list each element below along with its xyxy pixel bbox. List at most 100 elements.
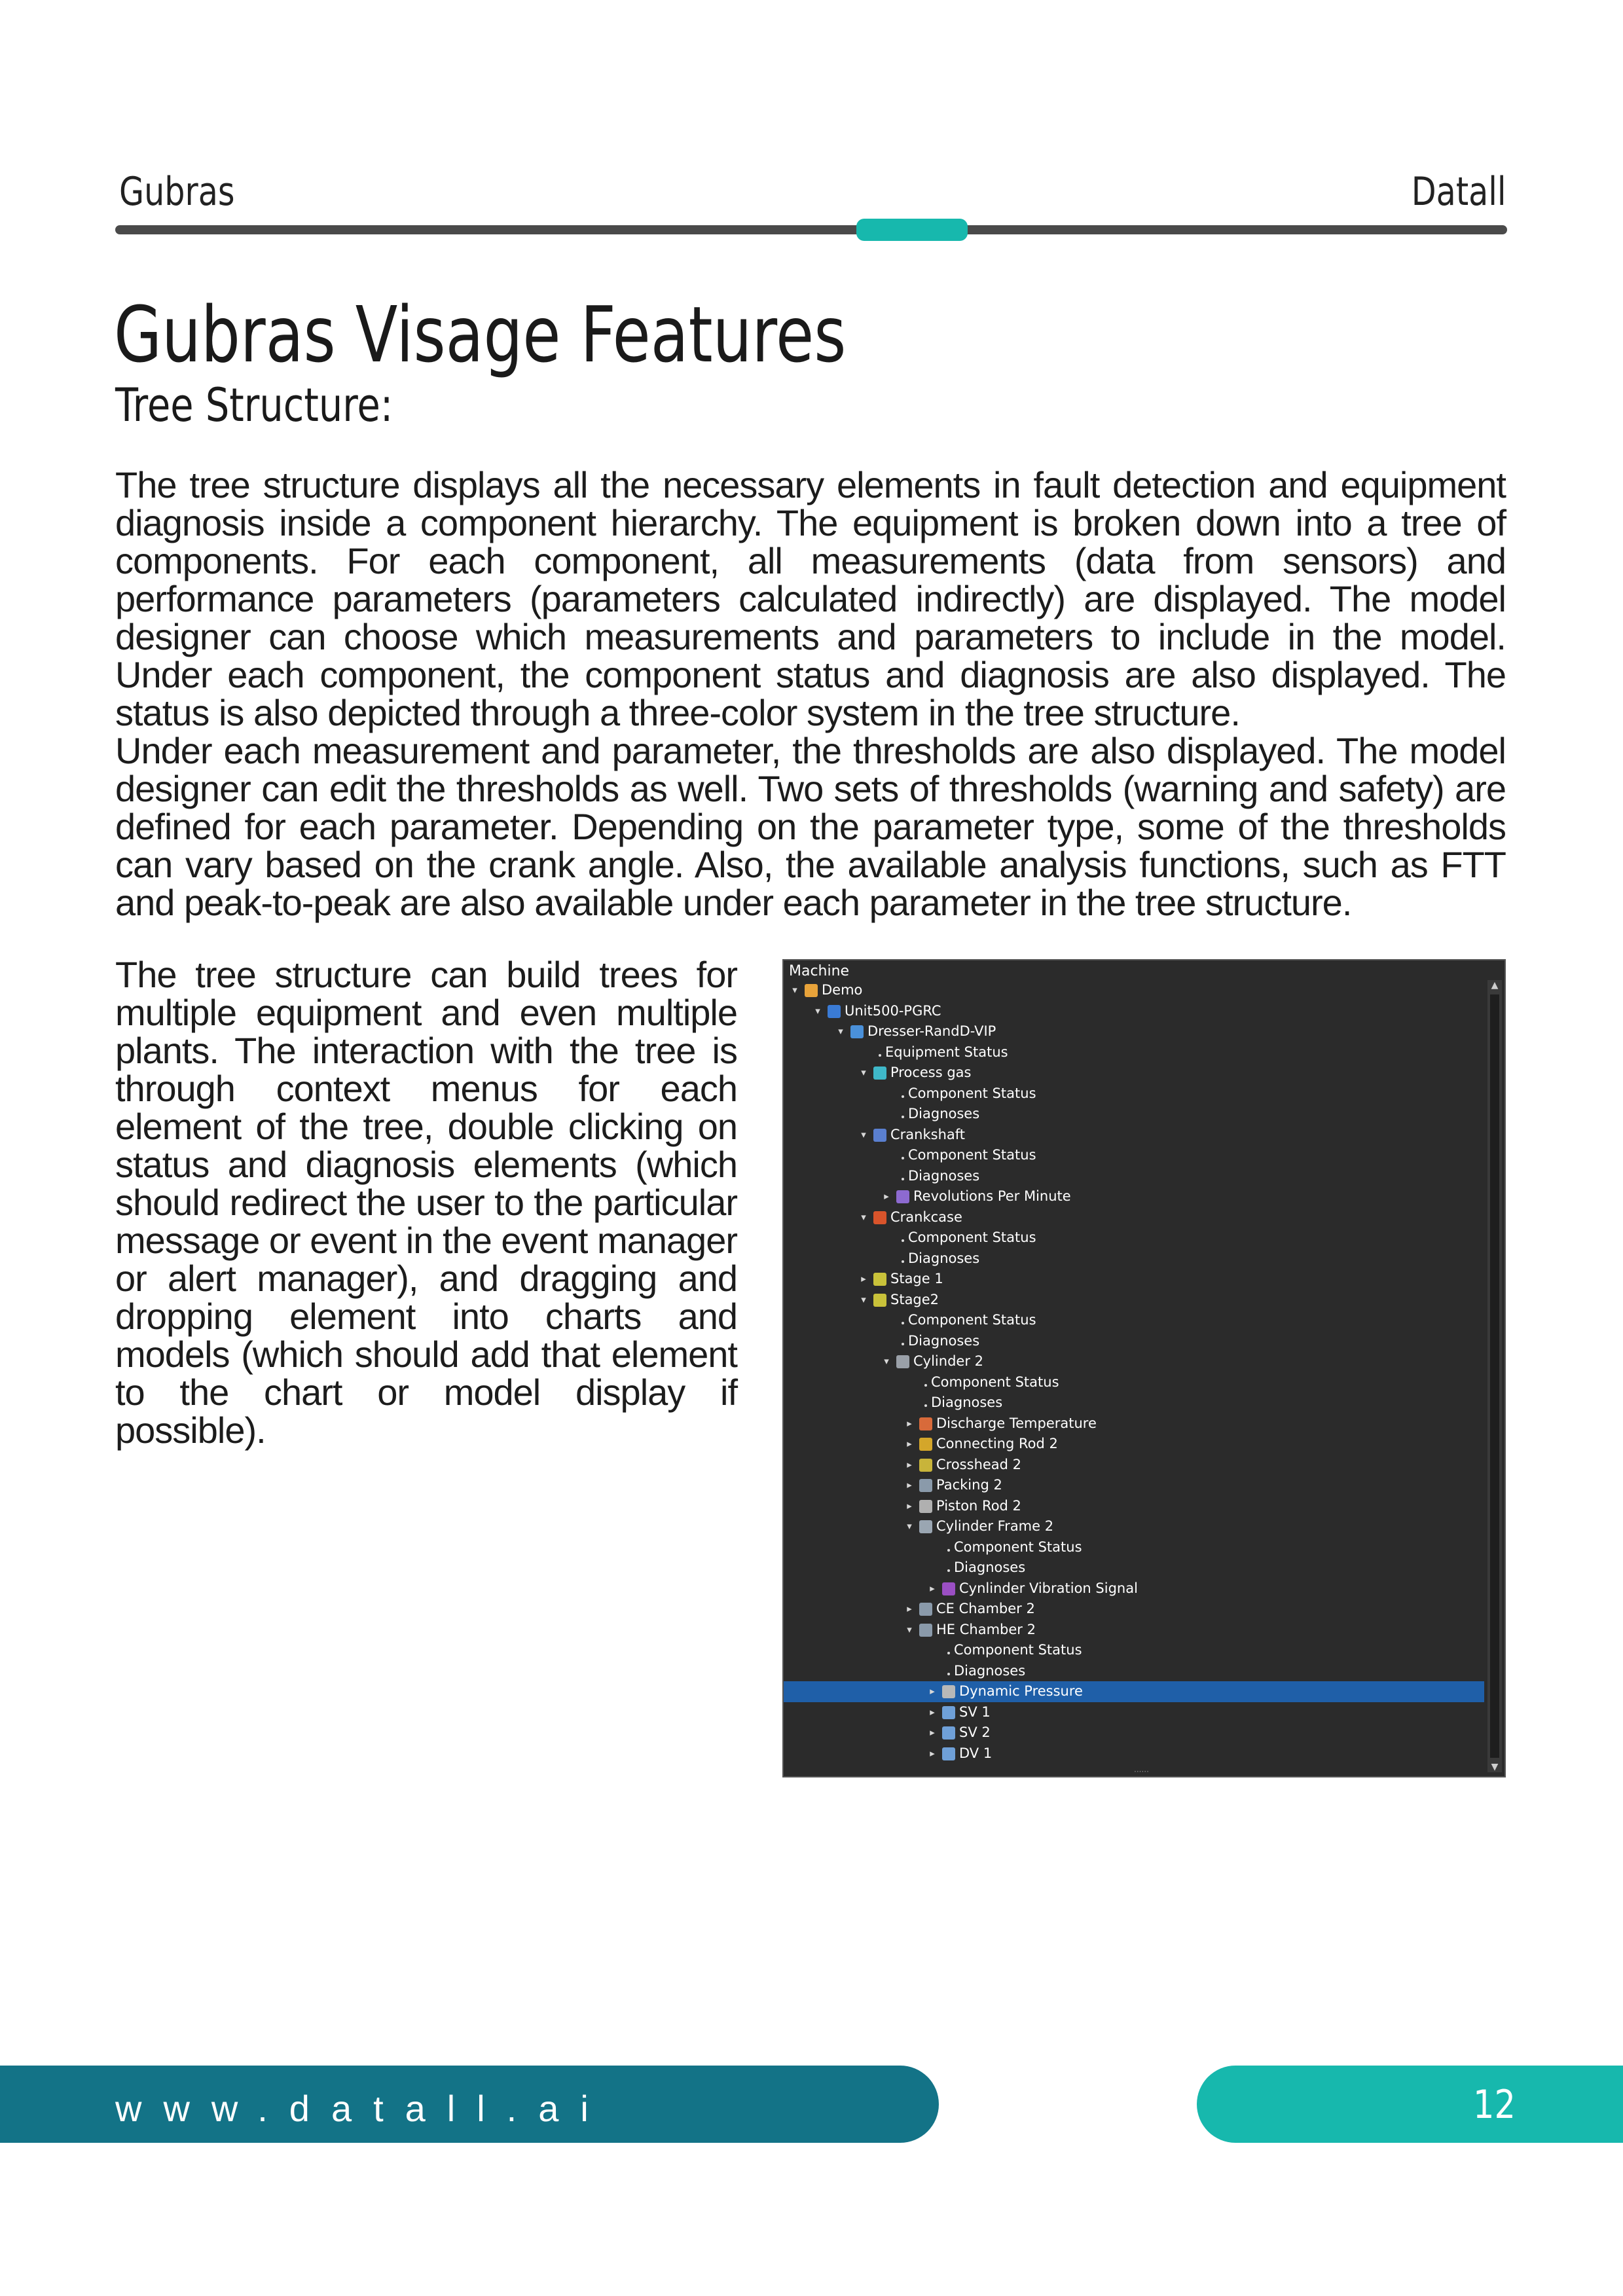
tree-node[interactable]: ▸ Crosshead 2: [784, 1455, 1485, 1476]
tree-node[interactable]: ▾ HE Chamber 2: [784, 1620, 1485, 1641]
tree-node[interactable]: ▸ SV 2: [784, 1722, 1485, 1743]
stage-icon: [873, 1273, 886, 1286]
tree-node-label: Process gas: [890, 1065, 972, 1080]
piston-rod-icon: [919, 1499, 932, 1513]
tree-node[interactable]: Diagnoses: [784, 1104, 1485, 1125]
scroll-thumb[interactable]: [1490, 994, 1499, 1758]
tree-node-selected[interactable]: ▸ Dynamic Pressure: [784, 1681, 1484, 1702]
tree-node[interactable]: ▾ Unit500-PGRC: [784, 1001, 1485, 1022]
header-rule-accent: [856, 219, 968, 241]
tree-node-label: Component Status: [908, 1230, 1036, 1245]
tree-node[interactable]: Diagnoses: [784, 1248, 1485, 1269]
collapse-arrow-icon[interactable]: ▾: [859, 1125, 868, 1146]
tree-node-label: Discharge Temperature: [936, 1415, 1097, 1431]
section-subtitle: Tree Structure:: [115, 378, 393, 432]
tree-node[interactable]: Component Status: [784, 1372, 1485, 1393]
tree-node[interactable]: ▸ Discharge Temperature: [784, 1413, 1485, 1434]
tree-node[interactable]: Diagnoses: [784, 1558, 1485, 1578]
expand-arrow-icon[interactable]: ▸: [928, 1681, 937, 1702]
tree-node[interactable]: ▾ Process gas: [784, 1063, 1485, 1084]
tree-node[interactable]: Component Status: [784, 1228, 1485, 1248]
tree-node[interactable]: ▸ Connecting Rod 2: [784, 1434, 1485, 1455]
scroll-up-icon[interactable]: ▲: [1487, 980, 1502, 991]
tree-node[interactable]: Component Status: [784, 1145, 1485, 1166]
collapse-arrow-icon[interactable]: ▾: [905, 1516, 914, 1537]
bullet-icon: [902, 1239, 904, 1242]
tree-node[interactable]: ▸ DV 1: [784, 1743, 1485, 1764]
collapse-arrow-icon[interactable]: ▾: [836, 1021, 845, 1042]
tree-node-label: Diagnoses: [908, 1332, 980, 1349]
collapse-arrow-icon[interactable]: ▾: [859, 1290, 868, 1311]
scroll-down-icon[interactable]: ▼: [1487, 1762, 1502, 1772]
tree-node[interactable]: Diagnoses: [784, 1393, 1485, 1413]
collapse-arrow-icon[interactable]: ▾: [813, 1001, 822, 1022]
tree-node[interactable]: ▾ Dresser-RandD-VIP: [784, 1021, 1485, 1042]
tree-node-label: Diagnoses: [908, 1250, 980, 1266]
tree-node[interactable]: Equipment Status: [784, 1042, 1485, 1063]
collapse-arrow-icon[interactable]: ▾: [882, 1351, 891, 1372]
expand-arrow-icon[interactable]: ▸: [905, 1455, 914, 1476]
paragraph-interaction: The tree structure can build trees for m…: [115, 954, 738, 1451]
tree-node[interactable]: ▾ Cylinder 2: [784, 1351, 1485, 1372]
tree-node[interactable]: Component Status: [784, 1310, 1485, 1331]
collapse-arrow-icon[interactable]: ▾: [790, 980, 799, 1001]
expand-arrow-icon[interactable]: ▸: [859, 1269, 868, 1290]
bullet-icon: [902, 1116, 904, 1118]
tree-node-label: DV 1: [959, 1745, 993, 1761]
tree-node[interactable]: ▾ Cylinder Frame 2: [784, 1516, 1485, 1537]
tree-node[interactable]: Component Status: [784, 1537, 1485, 1558]
tree-node-label: Component Status: [954, 1642, 1082, 1658]
expand-arrow-icon[interactable]: ▸: [905, 1475, 914, 1496]
tree-node[interactable]: Diagnoses: [784, 1661, 1485, 1682]
header-rule: [115, 225, 1507, 234]
tree-node-label: Diagnoses: [954, 1559, 1026, 1575]
tree-node[interactable]: ▾ Crankshaft: [784, 1125, 1485, 1146]
tree-node[interactable]: ▸ Cynlinder Vibration Signal: [784, 1578, 1485, 1599]
tree-node[interactable]: ▸ CE Chamber 2: [784, 1599, 1485, 1620]
tree-node[interactable]: ▸ Packing 2: [784, 1475, 1485, 1496]
tree-node-label: Piston Rod 2: [936, 1497, 1021, 1514]
tree-node[interactable]: Diagnoses: [784, 1331, 1485, 1352]
expand-arrow-icon[interactable]: ▸: [905, 1496, 914, 1517]
expand-arrow-icon[interactable]: ▸: [905, 1599, 914, 1620]
vibration-icon: [942, 1582, 955, 1595]
collapse-arrow-icon[interactable]: ▾: [859, 1063, 868, 1084]
tree-node[interactable]: Diagnoses: [784, 1166, 1485, 1187]
tree-node-label: HE Chamber 2: [936, 1621, 1036, 1637]
tree-node[interactable]: ▾ Stage2: [784, 1290, 1485, 1311]
expand-arrow-icon[interactable]: ▸: [928, 1722, 937, 1743]
tree-node[interactable]: ▸ Stage 1: [784, 1269, 1485, 1290]
tree-node-label: Component Status: [908, 1085, 1036, 1101]
tree-scrollbar[interactable]: ▲ ▼: [1487, 980, 1502, 1772]
bullet-icon: [902, 1260, 904, 1263]
resize-grip-icon[interactable]: ······: [1134, 1767, 1149, 1776]
expand-arrow-icon[interactable]: ▸: [928, 1743, 937, 1764]
gas-icon: [873, 1066, 886, 1080]
tree-node[interactable]: ▸ Piston Rod 2: [784, 1496, 1485, 1517]
expand-arrow-icon[interactable]: ▸: [928, 1578, 937, 1599]
tree-node-label: Cylinder Frame 2: [936, 1518, 1054, 1534]
bullet-icon: [924, 1404, 927, 1407]
tree-node-label: Packing 2: [936, 1477, 1002, 1493]
folder-icon: [805, 984, 818, 997]
tree-node[interactable]: Component Status: [784, 1640, 1485, 1661]
collapse-arrow-icon[interactable]: ▾: [859, 1207, 868, 1228]
tree-node[interactable]: Component Status: [784, 1084, 1485, 1104]
expand-arrow-icon[interactable]: ▸: [905, 1413, 914, 1434]
tree-node-label: Unit500-PGRC: [845, 1002, 941, 1019]
expand-arrow-icon[interactable]: ▸: [928, 1702, 937, 1723]
bullet-icon: [902, 1177, 904, 1180]
collapse-arrow-icon[interactable]: ▾: [905, 1620, 914, 1641]
tree-node[interactable]: ▾ Crankcase: [784, 1207, 1485, 1228]
expand-arrow-icon[interactable]: ▸: [882, 1186, 891, 1207]
tree-node-label: Diagnoses: [954, 1662, 1026, 1679]
footer-url[interactable]: www.datall.ai: [115, 2087, 610, 2130]
tree-view: ▾ Demo ▾ Unit500-PGRC ▾ Dresser-RandD-VIP Equi…: [784, 980, 1485, 1768]
tree-node[interactable]: ▾ Demo: [784, 980, 1485, 1001]
tree-node[interactable]: ▸ SV 1: [784, 1702, 1485, 1723]
tree-node-label: Component Status: [908, 1147, 1036, 1163]
crosshead-icon: [919, 1458, 932, 1472]
expand-arrow-icon[interactable]: ▸: [905, 1434, 914, 1455]
bullet-icon: [947, 1569, 950, 1572]
tree-node[interactable]: ▸ Revolutions Per Minute: [784, 1186, 1485, 1207]
